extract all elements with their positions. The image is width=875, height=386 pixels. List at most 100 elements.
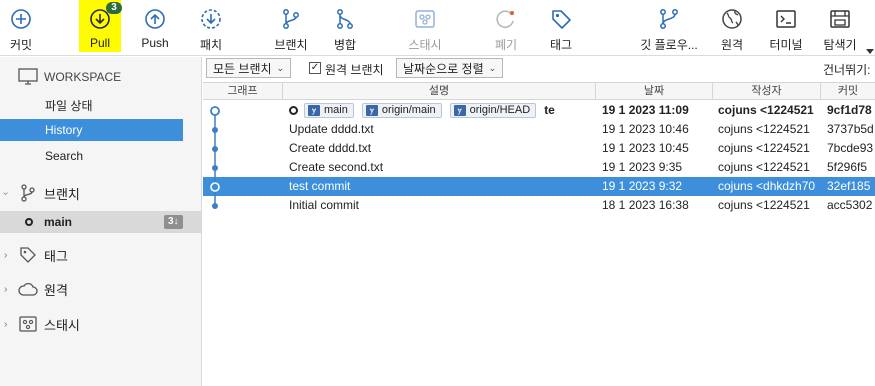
- table-row[interactable]: ɏ main ɏ origin/main ɏ origin/HEAD te 19 1 202…: [203, 101, 875, 120]
- chevron-down-icon: ⌄: [276, 62, 285, 73]
- remotes-section[interactable]: › 원격: [0, 278, 202, 300]
- commit-message: Initial commit: [289, 198, 360, 212]
- remote-branch-checkbox[interactable]: ✓: [309, 62, 321, 74]
- commit-date: 18 1 2023 16:38: [602, 198, 689, 212]
- git-flow-icon: [657, 7, 681, 31]
- branch-icon: ɏ: [308, 105, 320, 117]
- table-row[interactable]: Create dddd.txt 19 1 2023 10:45 cojuns <…: [203, 139, 875, 158]
- commit-author: cojuns <dhkdzh70: [718, 179, 816, 193]
- commit-hash: acc5302: [827, 198, 873, 212]
- chevron-down-icon[interactable]: ›: [0, 191, 11, 194]
- patch-label: 패치: [199, 38, 223, 52]
- merge-label: 병합: [333, 38, 357, 52]
- stash-icon: [18, 314, 38, 334]
- commit-message: test commit: [289, 179, 351, 193]
- remote-branch-label: 원격 브랜치: [325, 63, 384, 77]
- commit-date: 19 1 2023 11:09: [602, 103, 689, 117]
- branch-filter-dropdown[interactable]: 모든 브랜치 ⌄: [206, 58, 292, 78]
- chevron-down-icon: ⌄: [488, 62, 497, 73]
- sidebar-item-main-branch[interactable]: main 3↓: [0, 211, 202, 233]
- terminal-label: 터미널: [769, 38, 803, 52]
- commit-hash: 5f296f5: [827, 160, 868, 174]
- commit-author: cojuns <1224521: [718, 141, 810, 155]
- head-icon: [289, 106, 298, 116]
- stashes-section[interactable]: › 스태시: [0, 313, 202, 335]
- commit-author: cojuns <1224521: [718, 122, 810, 136]
- behind-count-badge: 3↓: [164, 215, 183, 229]
- tag-icon: [549, 7, 573, 31]
- branch-filter-value: 모든 브랜치: [213, 61, 272, 76]
- merge-button[interactable]: 병합: [330, 0, 360, 56]
- git-flow-button[interactable]: 깃 플로우...: [636, 0, 702, 56]
- git-flow-label: 깃 플로우...: [640, 38, 698, 52]
- column-graph[interactable]: 그래프: [203, 83, 283, 100]
- commit-hash: 3737b5d: [827, 122, 874, 136]
- commit-message: te: [544, 103, 555, 117]
- sidebar-item-file-status[interactable]: 파일 상태: [0, 94, 202, 116]
- column-commit[interactable]: 커밋: [821, 83, 875, 100]
- column-author[interactable]: 작성자: [713, 83, 821, 100]
- commit-hash: 32ef185: [827, 179, 871, 193]
- terminal-button[interactable]: 터미널: [766, 0, 806, 56]
- patch-button[interactable]: 패치: [196, 0, 226, 56]
- branch-icon: [18, 183, 38, 203]
- commit-message: Create second.txt: [289, 160, 384, 174]
- cloud-icon: [18, 279, 38, 299]
- remotes-label: 원격: [44, 282, 68, 298]
- commit-table-header: 그래프 설명 날짜 작성자 커밋: [203, 82, 875, 100]
- commit-date: 19 1 2023 10:45: [602, 141, 689, 155]
- branches-section[interactable]: › 브랜치: [0, 182, 202, 204]
- column-date[interactable]: 날짜: [596, 83, 713, 100]
- commit-button[interactable]: 커밋: [6, 0, 36, 56]
- tag-label: 태그: [549, 38, 573, 52]
- tag-button[interactable]: 태그: [546, 0, 576, 56]
- table-row[interactable]: Create second.txt 19 1 2023 9:35 cojuns …: [203, 158, 875, 177]
- explorer-button[interactable]: 탐색기: [820, 0, 860, 56]
- chevron-right-icon[interactable]: ›: [4, 250, 7, 261]
- history-label: History: [45, 123, 83, 137]
- sidebar-item-history[interactable]: History: [0, 119, 183, 141]
- stash-icon: [413, 7, 437, 31]
- table-row[interactable]: Initial commit 18 1 2023 16:38 cojuns <1…: [203, 196, 875, 215]
- commit-icon: [9, 7, 33, 31]
- workspace-label: WORKSPACE: [44, 70, 122, 84]
- commit-message: Update dddd.txt: [289, 122, 374, 136]
- main-branch-label: main: [44, 215, 73, 229]
- commit-author: cojuns <1224521: [718, 103, 814, 117]
- tag-icon: [18, 245, 38, 265]
- commit-date: 19 1 2023 10:46: [602, 122, 689, 136]
- branch-label: 브랜치: [274, 38, 308, 52]
- sort-value: 날짜순으로 정렬: [403, 61, 484, 76]
- push-button[interactable]: Push: [140, 0, 170, 56]
- pull-label: Pull: [89, 36, 110, 50]
- stash-button[interactable]: 스태시: [405, 0, 445, 56]
- explorer-icon: [828, 7, 852, 31]
- remote-button[interactable]: 원격: [717, 0, 747, 56]
- toolbar-overflow-icon[interactable]: [866, 49, 874, 54]
- current-branch-icon: [25, 218, 33, 226]
- branch-ref-tag: ɏ origin/HEAD: [449, 103, 537, 119]
- stash-label: 스태시: [408, 38, 442, 52]
- table-row-selected[interactable]: test commit 19 1 2023 9:32 cojuns <dhkdz…: [203, 177, 875, 196]
- chevron-right-icon[interactable]: ›: [4, 319, 7, 330]
- commit-author: cojuns <1224521: [718, 160, 810, 174]
- commit-hash: 7bcde93: [827, 141, 874, 155]
- push-icon: [143, 7, 167, 31]
- commit-date: 19 1 2023 9:32: [602, 179, 683, 193]
- tags-section[interactable]: › 태그: [0, 244, 202, 266]
- file-status-label: 파일 상태: [45, 98, 93, 113]
- commit-description: ɏ main ɏ origin/main ɏ origin/HEAD te: [289, 101, 591, 120]
- toolbar: 커밋 Pull 3 Push 패치 브랜치 병합 스태시 폐기 태그 깃 플로우…: [0, 0, 875, 56]
- chevron-right-icon[interactable]: ›: [4, 284, 7, 295]
- globe-icon: [720, 7, 744, 31]
- column-description[interactable]: 설명: [283, 83, 596, 100]
- sort-dropdown[interactable]: 날짜순으로 정렬 ⌄: [396, 58, 504, 78]
- commit-hash: 9cf1d78: [827, 103, 872, 117]
- graph-node: [212, 127, 218, 133]
- sidebar-item-search[interactable]: Search: [0, 145, 202, 167]
- discard-button[interactable]: 폐기: [491, 0, 521, 56]
- table-row[interactable]: Update dddd.txt 19 1 2023 10:46 cojuns <…: [203, 120, 875, 139]
- workspace-header: WORKSPACE: [0, 66, 202, 88]
- branch-button[interactable]: 브랜치: [272, 0, 310, 56]
- graph-node: [212, 165, 218, 171]
